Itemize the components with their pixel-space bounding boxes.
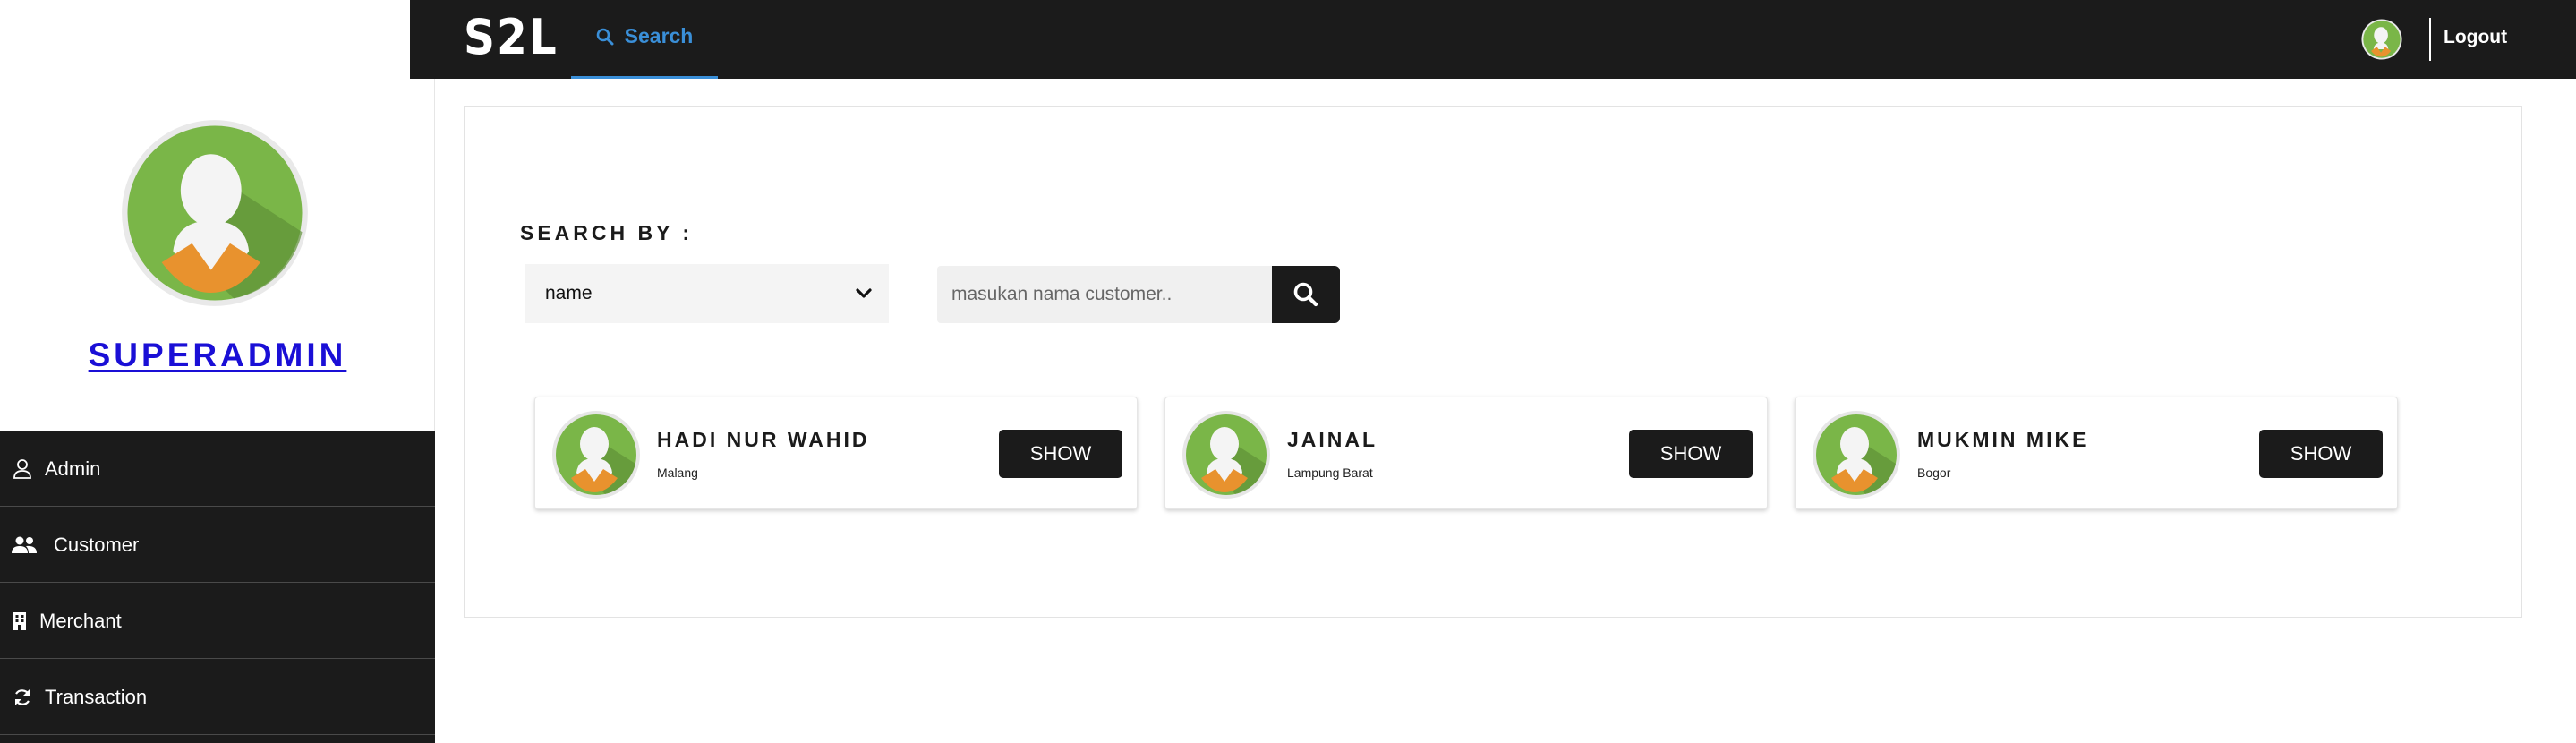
- customer-card: JAINAL Lampung Barat SHOW: [1164, 397, 1768, 509]
- users-icon: [11, 534, 38, 557]
- search-icon: [1293, 282, 1318, 307]
- user-avatar-icon: [552, 411, 640, 499]
- search-icon: [596, 28, 614, 45]
- customer-card: HADI NUR WAHID Malang SHOW: [534, 397, 1138, 509]
- sidebar-item-transaction[interactable]: Transaction: [0, 660, 435, 735]
- user-avatar-icon: [1182, 411, 1270, 499]
- tab-search[interactable]: Search: [571, 0, 718, 79]
- customer-city: Bogor: [1917, 465, 1951, 480]
- brand-logo[interactable]: S2L: [464, 9, 559, 65]
- sidebar-item-label: Transaction: [45, 685, 148, 708]
- building-icon: [11, 610, 29, 633]
- user-avatar-icon: [1813, 411, 1900, 499]
- sidebar: SUPERADMIN Admin Customer Merchant Trans…: [0, 0, 435, 743]
- tab-search-label: Search: [624, 24, 694, 47]
- customer-name: MUKMIN MIKE: [1917, 428, 2089, 451]
- user-avatar-icon[interactable]: [2361, 19, 2402, 60]
- show-button[interactable]: SHOW: [1629, 430, 1753, 478]
- select-value: name: [545, 283, 593, 303]
- customer-name: JAINAL: [1287, 428, 1378, 451]
- chevron-down-icon: [856, 288, 872, 298]
- customer-city: Malang: [657, 465, 698, 480]
- sidebar-item-label: Admin: [45, 457, 101, 480]
- search-panel: SEARCH BY : name HADI NUR WAHID Malang S…: [464, 106, 2522, 618]
- customer-card: MUKMIN MIKE Bogor SHOW: [1795, 397, 2398, 509]
- search-button[interactable]: [1272, 266, 1340, 323]
- sidebar-item-label: Customer: [54, 533, 140, 556]
- customer-city: Lampung Barat: [1287, 465, 1373, 480]
- sidebar-item-customer[interactable]: Customer: [0, 508, 435, 583]
- customer-name: HADI NUR WAHID: [657, 428, 870, 451]
- sidebar-item-merchant[interactable]: Merchant: [0, 584, 435, 659]
- user-avatar-icon: [122, 120, 308, 306]
- sidebar-item-label: Merchant: [39, 609, 122, 632]
- search-by-select[interactable]: name: [525, 264, 889, 323]
- header-divider: [2429, 18, 2431, 61]
- search-by-label: SEARCH BY :: [520, 221, 694, 244]
- top-navbar: S2L Search Logout: [410, 0, 2576, 79]
- show-button[interactable]: SHOW: [999, 430, 1122, 478]
- refresh-icon: [11, 686, 34, 709]
- show-button[interactable]: SHOW: [2259, 430, 2383, 478]
- logout-button[interactable]: Logout: [2444, 27, 2507, 48]
- search-input[interactable]: [937, 266, 1272, 323]
- admin-name-link[interactable]: SUPERADMIN: [0, 337, 435, 374]
- sidebar-nav: Admin Customer Merchant Transaction: [0, 431, 435, 743]
- user-icon: [11, 457, 34, 481]
- profile-section: SUPERADMIN: [0, 0, 435, 431]
- sidebar-item-admin[interactable]: Admin: [0, 431, 435, 507]
